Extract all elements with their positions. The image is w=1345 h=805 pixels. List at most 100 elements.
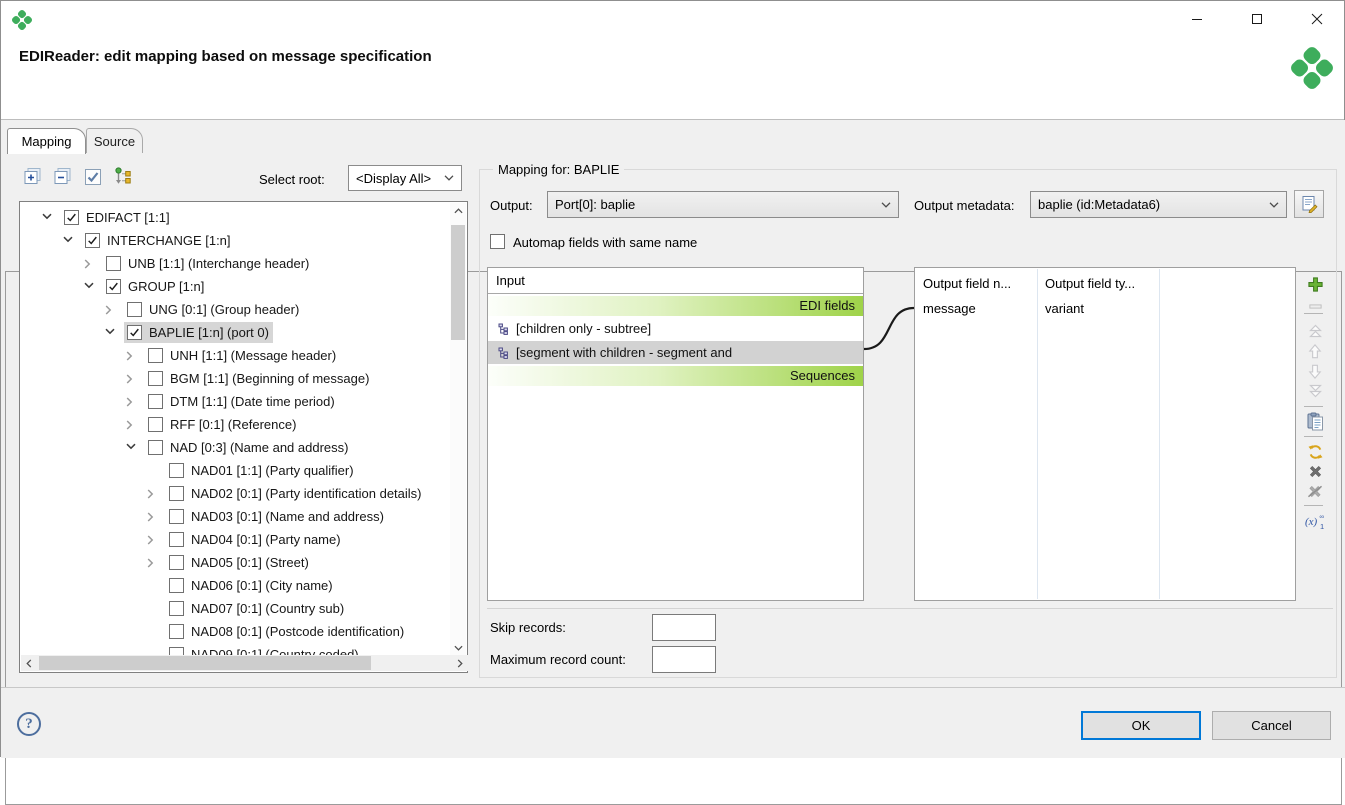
- tree-item[interactable]: NAD01 [1:1] (Party qualifier): [20, 459, 450, 482]
- tree-item[interactable]: NAD03 [0:1] (Name and address): [20, 505, 450, 528]
- tree-item-content[interactable]: NAD01 [1:1] (Party qualifier): [166, 460, 358, 481]
- tree-item-content[interactable]: GROUP [1:n]: [103, 276, 208, 297]
- tree-checkbox[interactable]: [169, 532, 184, 547]
- tree-item-content[interactable]: EDIFACT [1:1]: [61, 207, 174, 228]
- output-dropdown[interactable]: Port[0]: baplie: [547, 191, 899, 218]
- tree-checkbox[interactable]: [85, 233, 100, 248]
- cancel-all-mappings-button[interactable]: [1304, 481, 1326, 501]
- column-divider[interactable]: [1159, 269, 1160, 599]
- tree-item-content[interactable]: DTM [1:1] (Date time period): [145, 391, 339, 412]
- column-divider[interactable]: [1037, 269, 1038, 599]
- expander-closed-icon[interactable]: [126, 351, 137, 362]
- input-field-row[interactable]: [children only - subtree]: [488, 317, 863, 340]
- automap-checkbox[interactable]: [490, 234, 505, 249]
- ok-button[interactable]: OK: [1081, 711, 1201, 740]
- tree-item[interactable]: BAPLIE [1:n] (port 0): [20, 321, 450, 344]
- tree-item[interactable]: UNB [1:1] (Interchange header): [20, 252, 450, 275]
- tree-item[interactable]: UNH [1:1] (Message header): [20, 344, 450, 367]
- tree-item[interactable]: INTERCHANGE [1:n]: [20, 229, 450, 252]
- tree-item-content[interactable]: RFF [0:1] (Reference): [145, 414, 300, 435]
- tree-checkbox[interactable]: [127, 302, 142, 317]
- tree-item[interactable]: DTM [1:1] (Date time period): [20, 390, 450, 413]
- tree-item[interactable]: GROUP [1:n]: [20, 275, 450, 298]
- tree-checkbox[interactable]: [169, 486, 184, 501]
- tree-checkbox[interactable]: [148, 417, 163, 432]
- skip-records-input[interactable]: [652, 614, 716, 641]
- tree-item[interactable]: NAD [0:3] (Name and address): [20, 436, 450, 459]
- edit-metadata-button[interactable]: [1294, 190, 1324, 218]
- tree-item-content[interactable]: NAD07 [0:1] (Country sub): [166, 598, 348, 619]
- column-header-name[interactable]: Output field n...: [923, 276, 1033, 291]
- scroll-right-icon[interactable]: [452, 655, 468, 671]
- check-all-icon[interactable]: [81, 165, 105, 188]
- tree-item[interactable]: RFF [0:1] (Reference): [20, 413, 450, 436]
- tree-checkbox[interactable]: [106, 256, 121, 271]
- expander-closed-icon[interactable]: [147, 489, 158, 500]
- output-metadata-dropdown[interactable]: baplie (id:Metadata6): [1030, 191, 1287, 218]
- expander-closed-icon[interactable]: [147, 512, 158, 523]
- tree-checkbox[interactable]: [169, 463, 184, 478]
- tree-checkbox[interactable]: [148, 440, 163, 455]
- tree-order-icon[interactable]: [111, 165, 135, 188]
- add-field-button[interactable]: [1304, 274, 1326, 294]
- output-field-type-cell[interactable]: variant: [1045, 301, 1155, 316]
- tree-checkbox[interactable]: [148, 348, 163, 363]
- expand-all-icon[interactable]: [21, 165, 45, 188]
- cancel-button[interactable]: Cancel: [1212, 711, 1331, 740]
- tree-item-selected[interactable]: BAPLIE [1:n] (port 0): [124, 322, 273, 343]
- output-field-name-cell[interactable]: message: [923, 301, 1033, 316]
- expander-open-icon[interactable]: [126, 443, 137, 454]
- tree-item[interactable]: NAD02 [0:1] (Party identification detail…: [20, 482, 450, 505]
- tree-checkbox[interactable]: [169, 601, 184, 616]
- paste-mapping-button[interactable]: [1304, 411, 1326, 431]
- occurrences-button[interactable]: (x)∞1: [1304, 511, 1326, 531]
- tree-item[interactable]: UNG [0:1] (Group header): [20, 298, 450, 321]
- tree-item-content[interactable]: NAD03 [0:1] (Name and address): [166, 506, 388, 527]
- tree-checkbox[interactable]: [148, 371, 163, 386]
- scroll-left-icon[interactable]: [21, 655, 37, 671]
- expander-closed-icon[interactable]: [126, 420, 137, 431]
- close-icon[interactable]: [1300, 7, 1334, 31]
- expander-closed-icon[interactable]: [126, 374, 137, 385]
- tree-item[interactable]: BGM [1:1] (Beginning of message): [20, 367, 450, 390]
- tree-item[interactable]: NAD05 [0:1] (Street): [20, 551, 450, 574]
- expander-closed-icon[interactable]: [84, 259, 95, 270]
- tree-item-content[interactable]: NAD06 [0:1] (City name): [166, 575, 337, 596]
- expander-open-icon[interactable]: [63, 236, 74, 247]
- column-header-type[interactable]: Output field ty...: [1045, 276, 1155, 291]
- expander-closed-icon[interactable]: [147, 535, 158, 546]
- tree-item-content[interactable]: UNB [1:1] (Interchange header): [103, 253, 313, 274]
- tree-item-content[interactable]: BGM [1:1] (Beginning of message): [145, 368, 373, 389]
- tree-checkbox[interactable]: [169, 624, 184, 639]
- help-button[interactable]: ?: [17, 712, 41, 736]
- refresh-mapping-button[interactable]: [1304, 442, 1326, 462]
- tree-vertical-scrollbar[interactable]: [450, 203, 466, 656]
- tree-item[interactable]: NAD07 [0:1] (Country sub): [20, 597, 450, 620]
- vertical-scroll-thumb[interactable]: [451, 225, 465, 340]
- expander-open-icon[interactable]: [42, 213, 53, 224]
- tree-item-content[interactable]: INTERCHANGE [1:n]: [82, 230, 235, 251]
- expander-closed-icon[interactable]: [105, 305, 116, 316]
- tree-item[interactable]: NAD04 [0:1] (Party name): [20, 528, 450, 551]
- scroll-down-icon[interactable]: [450, 640, 466, 656]
- tree-checkbox[interactable]: [169, 509, 184, 524]
- max-record-count-input[interactable]: [652, 646, 716, 673]
- tree-checkbox[interactable]: [127, 325, 142, 340]
- tree-checkbox[interactable]: [64, 210, 79, 225]
- minimize-icon[interactable]: [1180, 7, 1214, 31]
- maximize-icon[interactable]: [1240, 7, 1274, 31]
- tree-checkbox[interactable]: [148, 394, 163, 409]
- tree-item-content[interactable]: NAD05 [0:1] (Street): [166, 552, 313, 573]
- expander-open-icon[interactable]: [84, 282, 95, 293]
- tree-item[interactable]: NAD06 [0:1] (City name): [20, 574, 450, 597]
- tab-source[interactable]: Source: [86, 128, 143, 153]
- input-field-row-selected[interactable]: [segment with children - segment and: [488, 341, 863, 364]
- expander-closed-icon[interactable]: [126, 397, 137, 408]
- collapse-all-icon[interactable]: [51, 165, 75, 188]
- tree-horizontal-scrollbar[interactable]: [21, 655, 468, 671]
- tree-item[interactable]: NAD08 [0:1] (Postcode identification): [20, 620, 450, 643]
- tree-item[interactable]: EDIFACT [1:1]: [20, 206, 450, 229]
- cancel-mapping-button[interactable]: [1304, 461, 1326, 481]
- tree-checkbox[interactable]: [106, 279, 121, 294]
- expander-closed-icon[interactable]: [147, 558, 158, 569]
